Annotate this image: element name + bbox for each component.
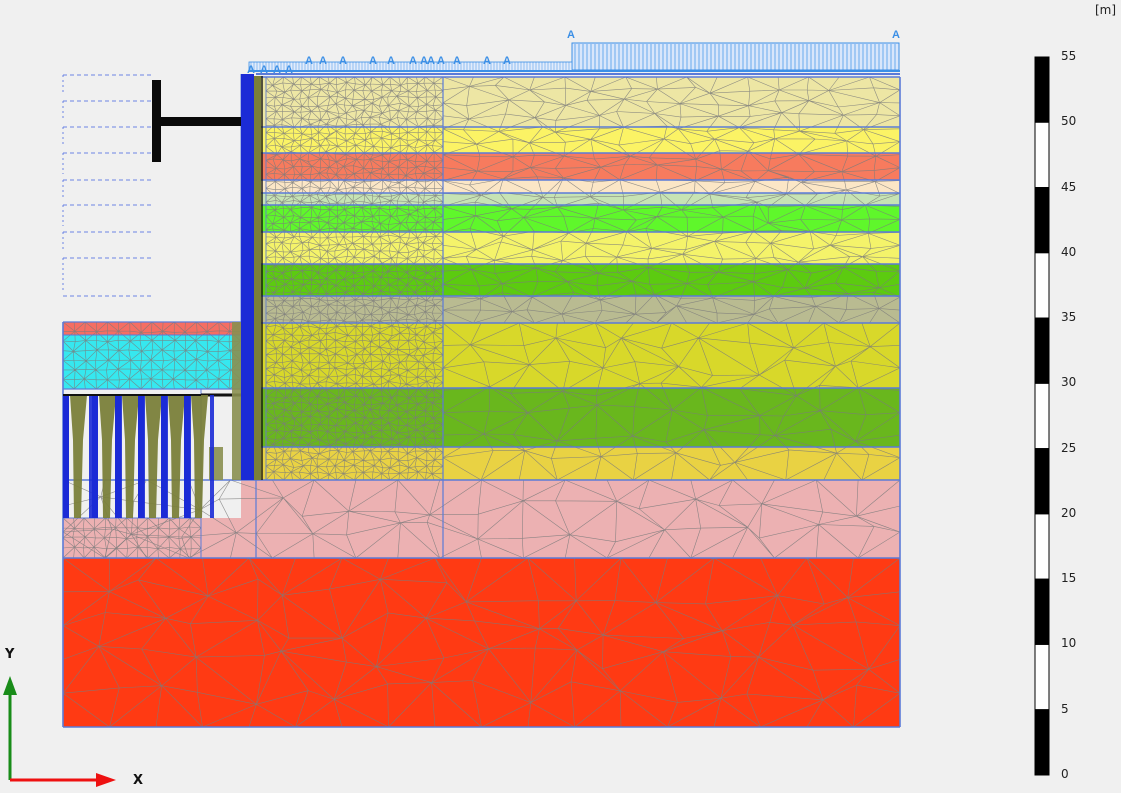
scale-tick-label: 45 — [1061, 179, 1077, 194]
scale-tick-label: 30 — [1061, 375, 1077, 390]
finite-element-mesh-view[interactable]: A A A AA A A A A A A A A A A AA A — [0, 0, 1121, 793]
surface-loads: A A A AA A A A A A A A A A A AA A — [247, 29, 900, 76]
pile-plate — [115, 395, 121, 518]
x-axis-label: X — [133, 773, 144, 788]
distributed-load-right — [571, 42, 900, 71]
pile-plate — [161, 395, 167, 518]
scale-tick-label: 20 — [1061, 505, 1077, 520]
scale-segment — [1034, 252, 1050, 319]
soil-layer-5 — [256, 193, 900, 205]
pile-plate — [63, 395, 69, 518]
strut-beam — [161, 117, 241, 126]
scale-tick-label: 40 — [1061, 244, 1077, 259]
scale-segment — [1034, 187, 1050, 254]
strut-end-plate — [152, 80, 161, 162]
y-axis-label: Y — [5, 647, 15, 662]
scale-tick-label: 0 — [1061, 767, 1069, 781]
pile-plate — [138, 395, 144, 518]
load-marker-label: A — [427, 55, 435, 67]
load-marker-label: A — [483, 55, 491, 67]
wall-interface-left — [232, 322, 241, 480]
load-marker-label: A — [339, 55, 347, 67]
excavated-outline — [62, 74, 153, 297]
scale-segment — [1034, 382, 1050, 450]
load-marker-label: A — [305, 55, 313, 67]
y-axis-arrowhead — [3, 676, 17, 695]
load-marker-label: A — [567, 29, 575, 41]
scale-tick-label: 10 — [1061, 636, 1077, 651]
load-marker-label: A — [503, 55, 511, 67]
scale-tick-label: 15 — [1061, 571, 1077, 586]
scale-segment — [1034, 709, 1050, 776]
scale-segment — [1034, 448, 1050, 515]
scale-bar — [1034, 56, 1050, 776]
x-axis-arrowhead — [96, 773, 116, 787]
scale-segment — [1034, 578, 1050, 645]
soil-layer-3 — [256, 153, 900, 180]
scale-tick-label: 50 — [1061, 114, 1077, 129]
pile-plate — [92, 395, 98, 518]
scale-tick-label: 55 — [1061, 49, 1077, 63]
scale-tick-label: 5 — [1061, 701, 1069, 716]
scale-segment — [1034, 317, 1050, 384]
scale-segment — [1034, 513, 1050, 580]
load-marker-label: A — [319, 55, 327, 67]
scale-segment — [1034, 643, 1050, 711]
pile-plate — [184, 395, 190, 518]
wall-interface — [254, 76, 261, 480]
load-marker-label: A — [260, 64, 268, 76]
scale-segment — [1034, 56, 1050, 123]
load-marker-label: A — [387, 55, 395, 67]
scale-unit-label: [m] — [1095, 3, 1117, 17]
load-marker-label: A — [285, 64, 293, 76]
load-marker-label: A — [273, 64, 281, 76]
model-viewport[interactable]: AAAAAAAAAAAAAAAAAA [m] 55 50 45 40 35 30 25 20 1… — [0, 0, 1121, 793]
load-marker-label: A — [369, 55, 377, 67]
scale-tick-label: 25 — [1061, 440, 1077, 455]
load-marker-label: A — [892, 29, 900, 41]
pile-plate-secondary — [210, 395, 214, 518]
load-marker-label: A — [409, 55, 417, 67]
load-marker-label: A — [453, 55, 461, 67]
load-marker-label: A — [437, 55, 445, 67]
distributed-load-arrows — [574, 44, 896, 70]
scale-segment — [1034, 121, 1050, 189]
diaphragm-wall-plate — [241, 74, 254, 480]
scale-tick-label: 35 — [1061, 310, 1077, 325]
